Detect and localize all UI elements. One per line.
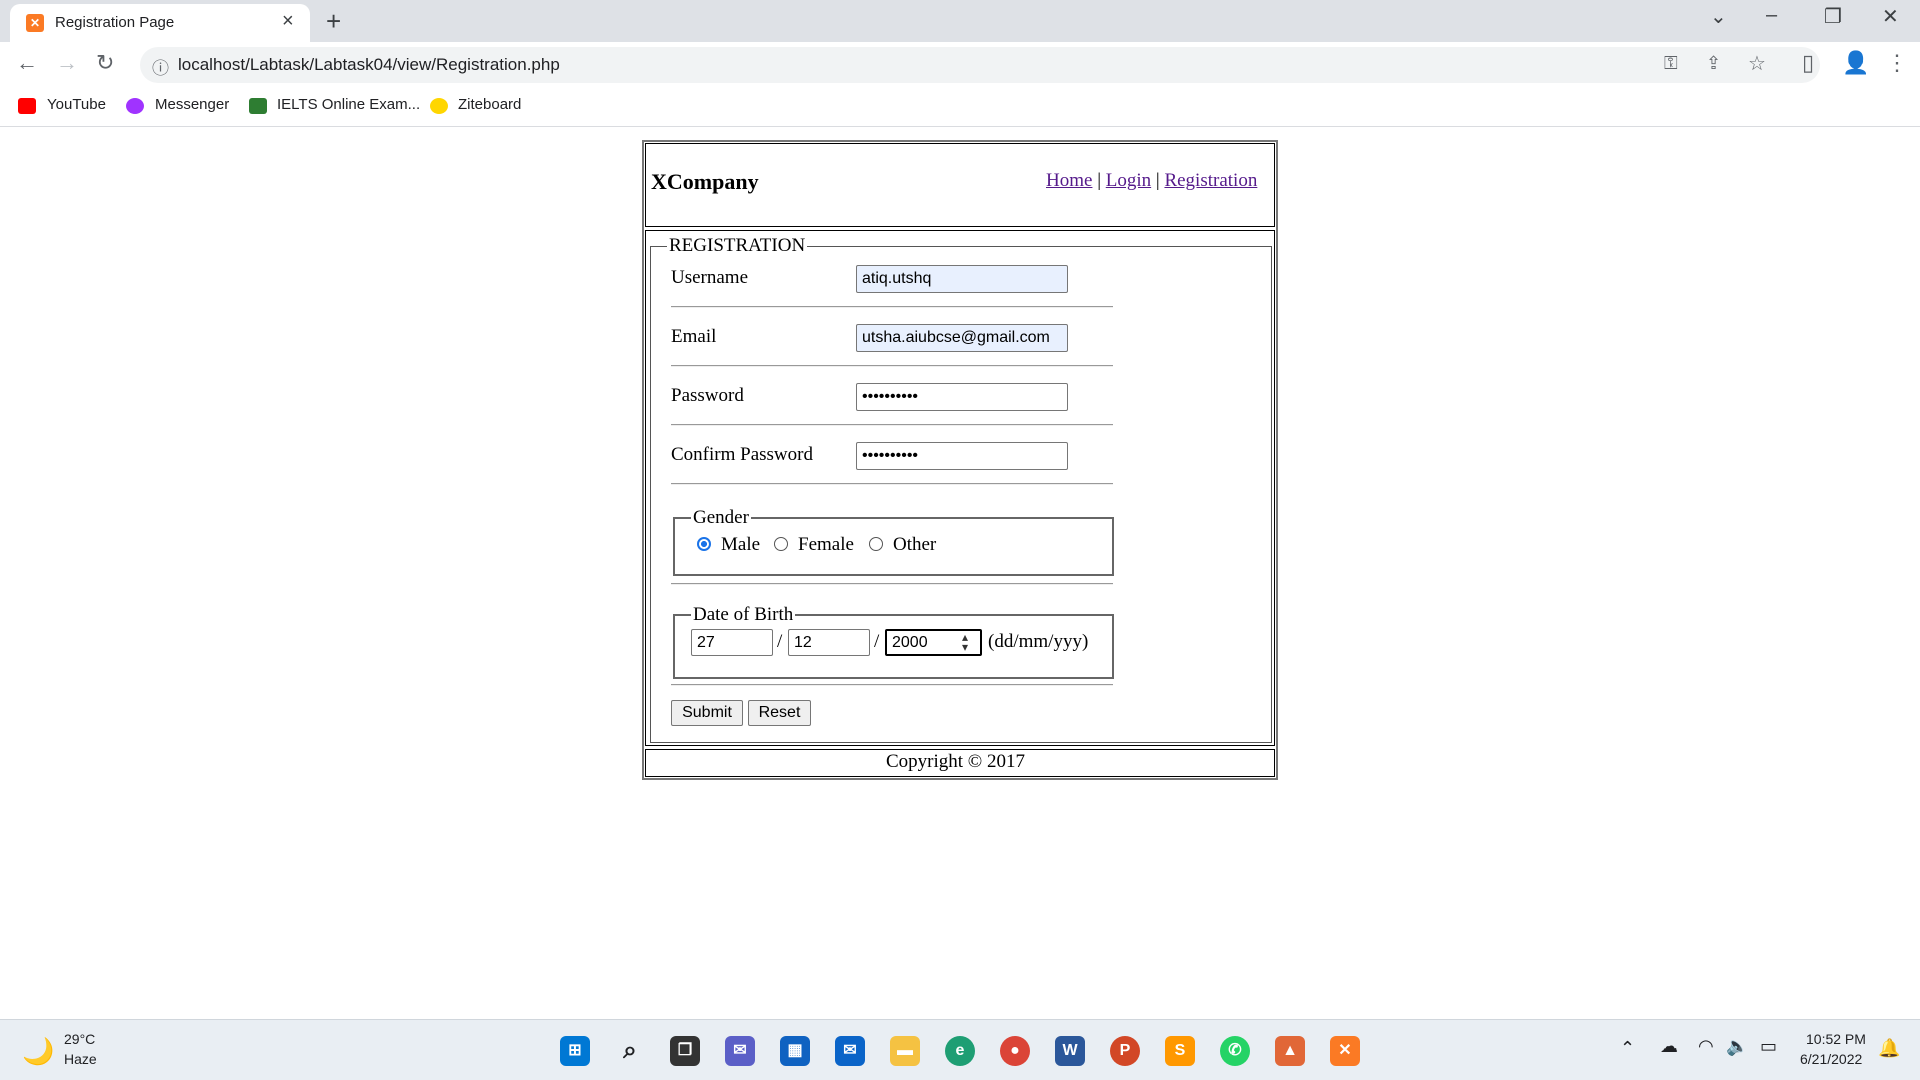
confirm-password-label: Confirm Password xyxy=(671,444,813,465)
sublime-text-icon[interactable]: S xyxy=(1165,1036,1195,1066)
gender-female-radio[interactable] xyxy=(774,537,788,551)
divider xyxy=(671,306,1113,308)
url-text: localhost/Labtask/Labtask04/view/Registr… xyxy=(178,55,560,74)
site-nav: Home | Login | Registration xyxy=(1046,170,1257,192)
gender-other-label: Other xyxy=(893,534,937,555)
page-viewport: XCompany Home | Login | Registration REG… xyxy=(0,127,1920,1019)
profile-icon[interactable]: 👤 xyxy=(1842,50,1869,76)
messenger-icon xyxy=(126,98,144,114)
nav-home-link[interactable]: Home xyxy=(1046,170,1092,191)
window-close-icon[interactable]: ✕ xyxy=(1882,4,1899,29)
whatsapp-icon[interactable]: ✆ xyxy=(1220,1036,1250,1066)
onedrive-icon[interactable]: ☁ xyxy=(1660,1036,1678,1057)
dob-day-input[interactable] xyxy=(691,629,773,656)
menu-icon[interactable]: ⋮ xyxy=(1886,50,1908,76)
minimize-icon[interactable]: – xyxy=(1766,4,1777,27)
powerpoint-icon[interactable]: P xyxy=(1110,1036,1140,1066)
chrome-icon[interactable]: ● xyxy=(1000,1036,1030,1066)
dob-separator: / xyxy=(874,631,880,652)
gender-legend: Gender xyxy=(693,507,749,528)
bookmark-ielts[interactable]: IELTS Online Exam... xyxy=(277,96,420,113)
edge-icon[interactable]: e xyxy=(945,1036,975,1066)
share-icon[interactable]: ⇪ xyxy=(1706,53,1721,74)
footer-copyright: Copyright © 2017 xyxy=(886,751,1025,772)
gender-female-label: Female xyxy=(798,534,854,555)
dob-separator: / xyxy=(777,631,783,652)
search-icon[interactable]: ⌕ xyxy=(615,1036,645,1066)
file-explorer-icon[interactable]: ▬ xyxy=(890,1036,920,1066)
nav-separator: | xyxy=(1155,170,1160,191)
reload-icon[interactable]: ↻ xyxy=(96,50,114,76)
divider xyxy=(671,365,1113,367)
nav-registration-link[interactable]: Registration xyxy=(1164,170,1257,191)
forward-icon[interactable]: → xyxy=(56,50,78,76)
nav-separator: | xyxy=(1097,170,1101,191)
mail-icon[interactable]: ✉ xyxy=(835,1036,865,1066)
tab-search-icon[interactable]: ⌄ xyxy=(1710,4,1727,29)
tab-title: Registration Page xyxy=(55,14,175,31)
divider xyxy=(671,684,1113,686)
weather-temp: 29°C xyxy=(64,1031,96,1047)
key-icon[interactable]: ⚿ xyxy=(1664,53,1678,74)
username-input[interactable] xyxy=(856,265,1068,293)
gender-male-label: Male xyxy=(721,534,761,555)
weather-icon[interactable]: 🌙 xyxy=(22,1036,54,1067)
submit-button[interactable]: Submit xyxy=(671,700,743,726)
bookmark-youtube[interactable]: YouTube xyxy=(47,96,106,113)
nav-login-link[interactable]: Login xyxy=(1106,170,1151,191)
info-icon[interactable]: ⓘ xyxy=(152,54,169,79)
star-icon[interactable]: ☆ xyxy=(1748,51,1766,76)
password-input[interactable] xyxy=(856,383,1068,411)
store-icon[interactable]: ▦ xyxy=(780,1036,810,1066)
windows-start-icon[interactable]: ⊞ xyxy=(560,1036,590,1066)
new-tab-icon[interactable]: + xyxy=(326,6,341,37)
spinner-icon[interactable]: ▴ ▾ xyxy=(962,631,968,653)
divider xyxy=(671,483,1113,485)
xampp-icon: ✕ xyxy=(26,14,44,32)
bookmarks-bar: YouTube Messenger IELTS Online Exam... Z… xyxy=(0,88,1920,127)
matlab-icon[interactable]: ▲ xyxy=(1275,1036,1305,1066)
teams-chat-icon[interactable]: ✉ xyxy=(725,1036,755,1066)
xampp-icon[interactable]: ✕ xyxy=(1330,1036,1360,1066)
notification-icon[interactable]: 🔔 xyxy=(1878,1038,1900,1059)
divider xyxy=(671,424,1113,426)
clock-time[interactable]: 10:52 PM xyxy=(1806,1031,1866,1047)
browser-toolbar: ← → ↻ ⓘ ⚿ ⇪ ☆ localhost/Labtask/Labtask0… xyxy=(0,42,1920,88)
task-view-icon[interactable]: ❐ xyxy=(670,1036,700,1066)
ziteboard-icon xyxy=(430,98,448,114)
email-input[interactable] xyxy=(856,324,1068,352)
chevron-up-icon[interactable]: ⌃ xyxy=(1620,1038,1635,1059)
registration-legend: REGISTRATION xyxy=(669,235,806,256)
reset-button[interactable]: Reset xyxy=(748,700,811,726)
youtube-icon xyxy=(18,98,36,114)
bookmark-messenger[interactable]: Messenger xyxy=(155,96,229,113)
ielts-icon xyxy=(249,98,267,114)
username-label: Username xyxy=(671,267,749,288)
word-icon[interactable]: W xyxy=(1055,1036,1085,1066)
email-label: Email xyxy=(671,326,717,347)
close-icon[interactable]: × xyxy=(282,10,294,33)
weather-desc: Haze xyxy=(64,1051,97,1067)
bookmark-ziteboard[interactable]: Ziteboard xyxy=(458,96,521,113)
gender-other-radio[interactable] xyxy=(869,537,883,551)
volume-icon[interactable]: 🔈 xyxy=(1726,1036,1748,1057)
dob-legend: Date of Birth xyxy=(693,604,794,625)
divider xyxy=(671,583,1113,585)
maximize-icon[interactable]: ❐ xyxy=(1824,4,1842,29)
gender-male-radio[interactable] xyxy=(697,537,711,551)
dob-month-input[interactable] xyxy=(788,629,870,656)
password-label: Password xyxy=(671,385,744,406)
wifi-icon[interactable]: ◠ xyxy=(1698,1036,1714,1057)
clock-date[interactable]: 6/21/2022 xyxy=(1800,1051,1862,1067)
dob-format-hint: (dd/mm/yyy) xyxy=(988,631,1089,652)
taskbar: 🌙 29°C Haze ⊞ ⌕ ❐ ✉ ▦ ✉ ▬ e ● W P S ✆ ▲ … xyxy=(0,1019,1920,1080)
tab-strip: ✕ Registration Page × + ⌄ – ❐ ✕ xyxy=(0,0,1920,42)
site-brand: XCompany xyxy=(651,169,759,194)
side-panel-icon[interactable]: ▯ xyxy=(1802,50,1814,76)
battery-icon[interactable]: ▭ xyxy=(1760,1036,1777,1057)
browser-tab[interactable]: ✕ Registration Page × xyxy=(10,4,310,42)
confirm-password-input[interactable] xyxy=(856,442,1068,470)
back-icon[interactable]: ← xyxy=(16,50,38,76)
